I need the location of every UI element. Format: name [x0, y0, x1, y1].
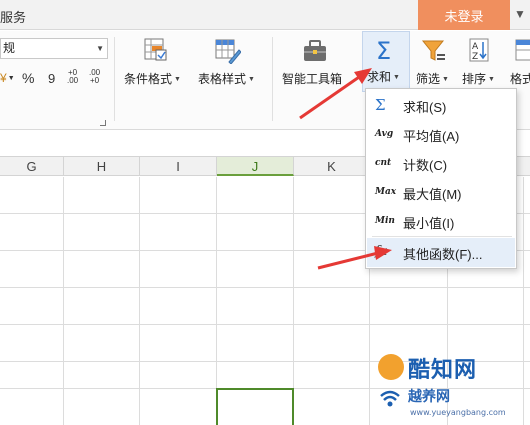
- max-icon: Max: [375, 187, 397, 197]
- svg-text:Z: Z: [472, 52, 478, 62]
- chevron-down-icon: ▼: [442, 76, 449, 84]
- menu-item-label: 最大值(M): [403, 187, 462, 202]
- watermark: 酷知网 越养网 www.yueyangbang.com: [374, 352, 530, 425]
- currency-button[interactable]: ¥ ▼: [0, 68, 15, 88]
- ribbon-separator: [114, 37, 115, 121]
- autosum-dropdown-menu: Σ 求和(S) Avg 平均值(A) cnt 计数(C) Max 最大值(M) …: [365, 88, 517, 269]
- menu-item-label: 平均值(A): [403, 129, 460, 144]
- wifi-logo-icon: [380, 390, 400, 407]
- increase-decimal-button[interactable]: +0 .00: [67, 69, 78, 85]
- thousands-separator-button[interactable]: 9: [48, 68, 55, 88]
- conditional-format-icon: [144, 38, 167, 61]
- menu-item-average[interactable]: Avg 平均值(A): [367, 120, 515, 149]
- filter-icon: [421, 40, 445, 61]
- dialog-launcher-icon[interactable]: [100, 120, 106, 126]
- column-header-k[interactable]: K: [294, 157, 370, 176]
- menu-separator: [372, 236, 512, 237]
- watermark-url: www.yueyangbang.com: [410, 408, 506, 417]
- chevron-down-icon: ▼: [7, 74, 15, 82]
- column-header-g[interactable]: G: [0, 157, 64, 176]
- sort-icon: A Z: [469, 38, 489, 62]
- column-header-i[interactable]: I: [140, 157, 217, 176]
- percent-button[interactable]: %: [22, 68, 34, 88]
- chevron-down-icon: ▼: [174, 76, 181, 84]
- menu-item-count[interactable]: cnt 计数(C): [367, 149, 515, 178]
- smart-toolbox-label: 智能工具箱: [282, 72, 343, 86]
- login-button[interactable]: 未登录: [418, 0, 510, 30]
- selected-cell[interactable]: [216, 388, 294, 425]
- grid-line: [0, 324, 530, 325]
- skin-icon[interactable]: ▼: [512, 5, 528, 23]
- chevron-down-icon: ▼: [393, 74, 400, 82]
- svg-text:A: A: [472, 42, 479, 52]
- sort-label: 排序: [462, 72, 487, 86]
- watermark-logo-icon: [378, 354, 404, 380]
- menu-item-more-functions[interactable]: fx 其他函数(F)...: [367, 238, 515, 267]
- average-icon: Avg: [375, 129, 394, 139]
- min-icon: Min: [375, 216, 395, 226]
- column-header-h[interactable]: H: [64, 157, 140, 176]
- autosum-button[interactable]: Σ 求和 ▼: [362, 31, 410, 92]
- filter-label: 筛选: [416, 72, 441, 86]
- currency-icon: ¥: [0, 71, 7, 85]
- title-bar: 服务 未登录 ▼: [0, 0, 530, 30]
- sigma-icon: Σ: [375, 96, 386, 114]
- fx-icon: fx: [375, 244, 388, 259]
- decrease-decimal-bottom: +0: [90, 76, 100, 85]
- decrease-decimal-button[interactable]: .00 +0: [89, 69, 100, 85]
- chevron-down-icon: ▼: [248, 76, 255, 84]
- menu-item-label: 最小值(I): [403, 216, 455, 231]
- format-icon: [515, 39, 530, 61]
- menu-item-label: 计数(C): [403, 158, 448, 173]
- chevron-down-icon: ▼: [488, 76, 495, 84]
- menu-item-sum[interactable]: Σ 求和(S): [367, 91, 515, 120]
- grid-line: [0, 287, 530, 288]
- autosum-label: 求和: [367, 70, 392, 84]
- increase-decimal-bottom: .00: [67, 76, 79, 85]
- watermark-brand-top: 酷知网: [408, 357, 478, 382]
- count-icon: cnt: [375, 158, 392, 168]
- conditional-format-label: 条件格式: [124, 72, 173, 86]
- menu-item-max[interactable]: Max 最大值(M): [367, 178, 515, 207]
- menu-item-label: 求和(S): [403, 100, 447, 115]
- chevron-down-icon: ▼: [96, 44, 104, 53]
- menu-item-label: 其他函数(F)...: [403, 247, 483, 262]
- watermark-brand-bottom: 越养网: [408, 388, 450, 404]
- menu-tab-service[interactable]: 服务: [0, 7, 26, 26]
- ribbon-separator: [272, 37, 273, 121]
- sigma-icon: Σ: [376, 37, 391, 63]
- column-header-j[interactable]: J: [217, 157, 294, 176]
- number-format-select[interactable]: 规 ▼: [0, 38, 108, 59]
- toolbox-icon: [304, 40, 326, 61]
- svg-text:Σ: Σ: [376, 37, 391, 63]
- table-style-icon: [215, 39, 241, 64]
- number-format-value: 规: [3, 41, 16, 55]
- menu-item-min[interactable]: Min 最小值(I): [367, 207, 515, 236]
- table-style-label: 表格样式: [198, 72, 247, 86]
- format-label: 格式: [510, 72, 530, 86]
